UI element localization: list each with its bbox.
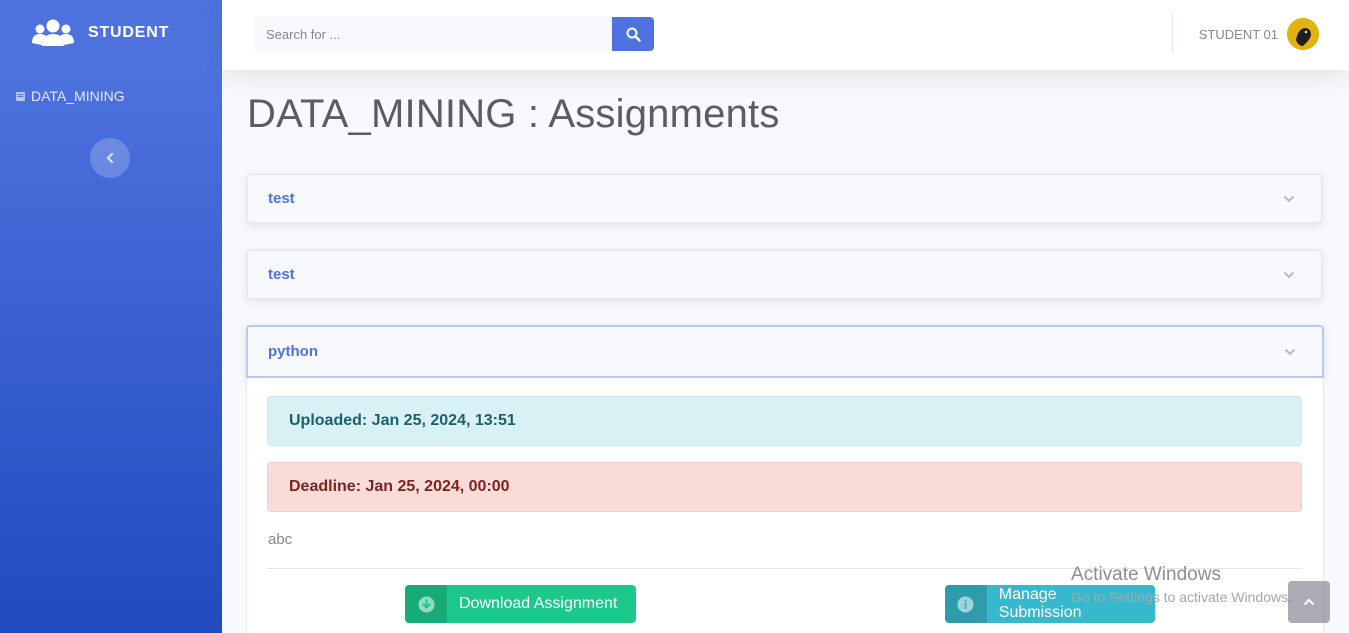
search-button[interactable] — [612, 17, 654, 51]
assignment-title: python — [268, 343, 318, 360]
info-icon — [945, 585, 987, 623]
deadline-alert: Deadline: Jan 25, 2024, 00:00 — [267, 462, 1302, 512]
sidebar: STUDENT DATA_MINING — [0, 0, 222, 633]
brand-text: STUDENT — [88, 24, 170, 41]
scroll-to-top-button[interactable] — [1288, 581, 1330, 623]
activate-windows-watermark: Activate Windows — [1071, 564, 1221, 585]
chevron-down-icon — [1283, 271, 1295, 278]
sidebar-item-data-mining[interactable]: DATA_MINING — [0, 85, 222, 107]
assignment-header[interactable]: python — [246, 325, 1324, 378]
avatar — [1287, 18, 1319, 50]
users-icon — [32, 19, 74, 46]
search-icon — [626, 27, 641, 42]
activate-windows-subtext: Go to Settings to activate Windows. — [1071, 589, 1292, 605]
assignment-title: test — [268, 266, 295, 283]
sidebar-brand[interactable]: STUDENT — [0, 0, 222, 66]
chevron-down-icon — [1283, 195, 1295, 202]
assignment-header[interactable]: test — [247, 250, 1322, 299]
assignment-header[interactable]: test — [247, 174, 1322, 223]
book-icon — [16, 91, 25, 101]
search-bar — [254, 17, 654, 51]
download-assignment-button[interactable]: Download Assignment — [405, 585, 636, 623]
chevron-left-icon — [106, 152, 114, 164]
assignment-description: abc — [268, 531, 293, 548]
sidebar-item-label: DATA_MINING — [31, 88, 125, 104]
search-input[interactable] — [254, 17, 612, 51]
page-title: DATA_MINING : Assignments — [247, 92, 780, 136]
assignment-title: test — [268, 190, 295, 207]
uploaded-alert: Uploaded: Jan 25, 2024, 13:51 — [267, 396, 1302, 446]
download-assignment-label: Download Assignment — [459, 595, 618, 612]
user-name: STUDENT 01 — [1198, 26, 1278, 42]
avatar-image — [1287, 18, 1319, 50]
topbar-divider — [1172, 14, 1173, 52]
download-icon — [405, 585, 447, 623]
user-menu[interactable]: STUDENT 01 — [1199, 18, 1319, 50]
chevron-down-icon — [1284, 348, 1296, 355]
chevron-up-icon — [1303, 598, 1315, 606]
sidebar-toggle-button[interactable] — [90, 138, 130, 178]
topbar: STUDENT 01 — [222, 0, 1349, 70]
